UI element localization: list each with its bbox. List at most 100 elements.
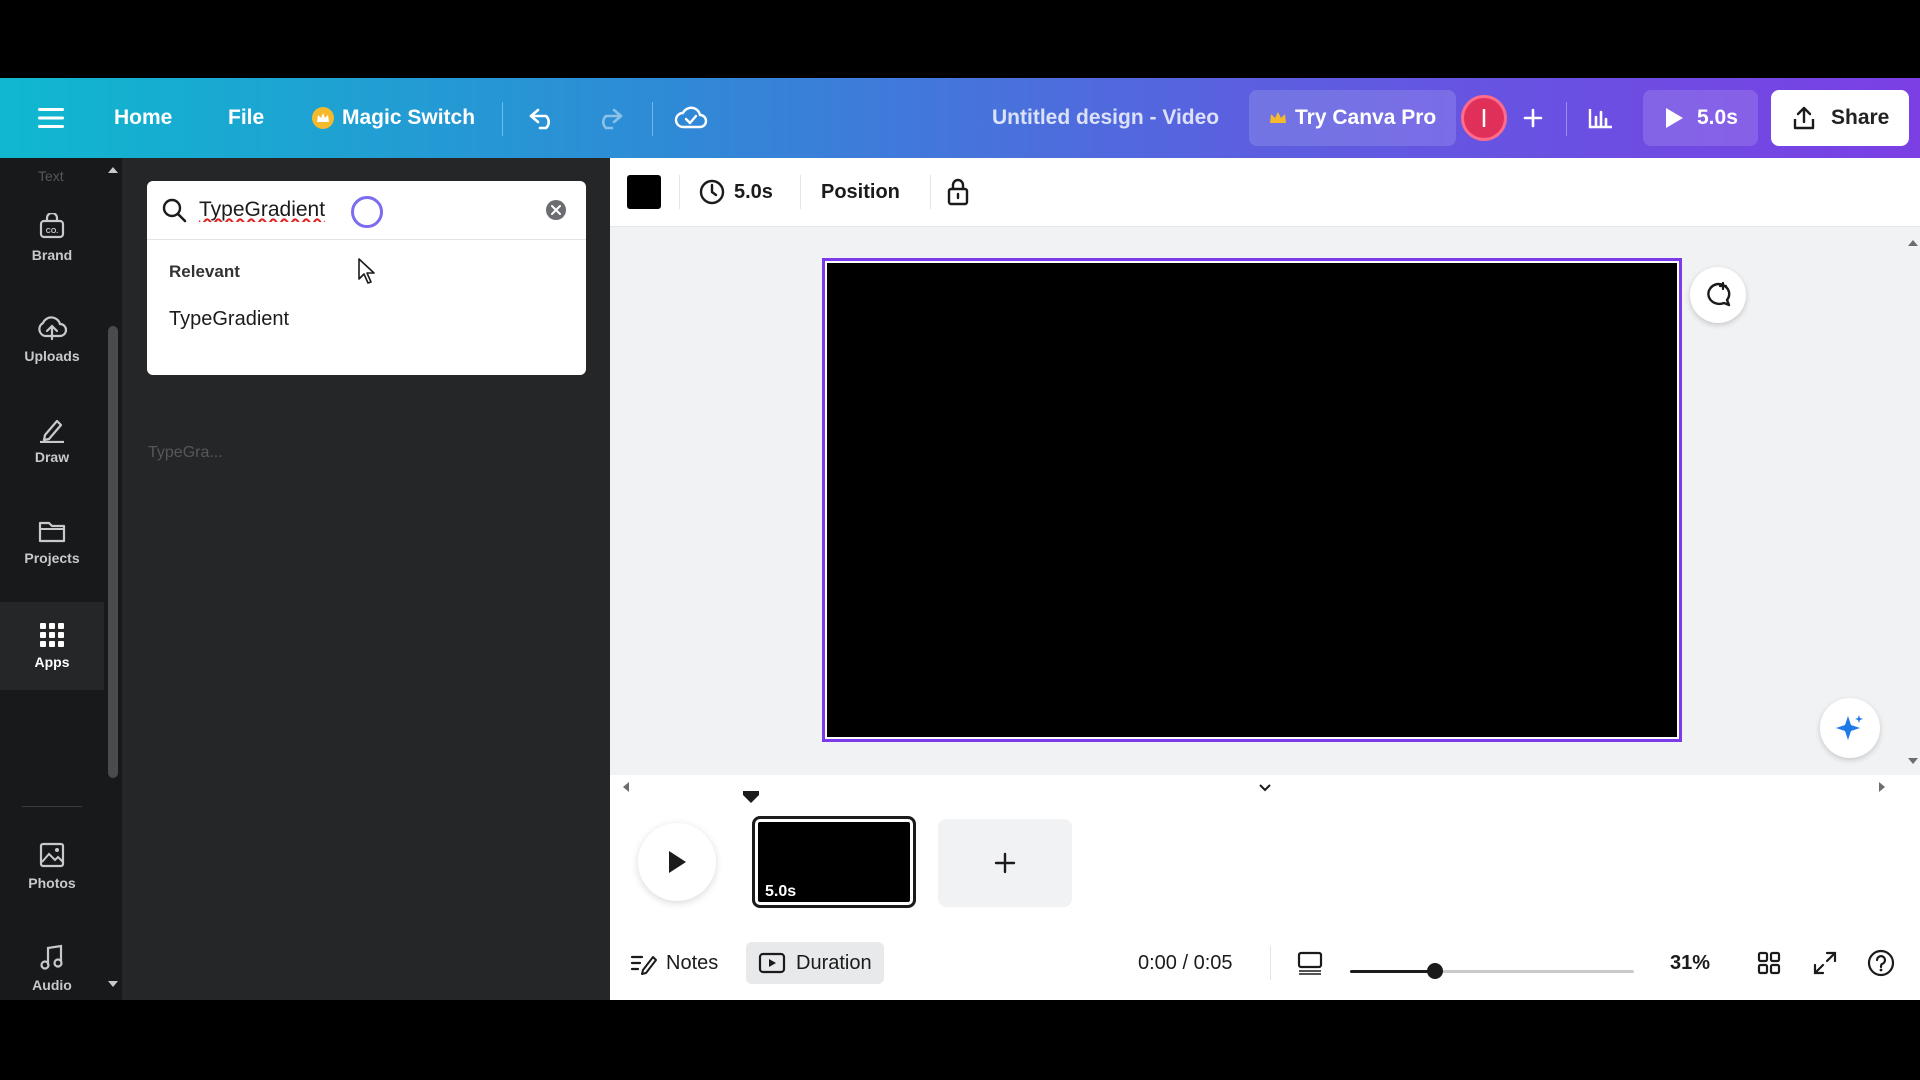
magic-switch-button[interactable]: Magic Switch — [312, 78, 475, 158]
scroll-left-arrow-icon — [623, 782, 629, 792]
scrollbar-thumb[interactable] — [108, 326, 118, 778]
grid-view-button[interactable] — [1756, 940, 1782, 986]
crown-icon — [312, 107, 334, 129]
present-button[interactable]: 5.0s — [1643, 90, 1758, 146]
cloud-save-status[interactable] — [674, 78, 708, 158]
suggestions-heading: Relevant — [169, 262, 240, 281]
share-label: Share — [1831, 106, 1890, 129]
notes-button[interactable]: Notes — [630, 940, 718, 986]
design-canvas[interactable] — [822, 258, 1682, 742]
position-button[interactable]: Position — [821, 158, 900, 226]
playhead-marker-icon[interactable] — [742, 790, 760, 804]
mouse-cursor-icon — [358, 258, 375, 284]
scroll-up-arrow-icon — [108, 167, 118, 173]
duration-button[interactable]: 5.0s — [698, 158, 773, 226]
chevron-down-icon[interactable] — [1258, 783, 1272, 792]
close-icon — [551, 205, 561, 215]
color-picker-button[interactable] — [627, 158, 661, 226]
timeline-play-button[interactable] — [638, 823, 716, 901]
zoom-slider-fill — [1350, 970, 1436, 973]
canvas-vertical-scrollbar[interactable] — [1906, 227, 1920, 775]
search-input[interactable] — [199, 198, 339, 222]
left-rail: Text CO. Brand Uploads Draw Projects App… — [0, 158, 104, 1000]
sidebar-item-label: Audio — [32, 977, 72, 993]
duration-toggle-button[interactable]: Duration — [746, 942, 884, 984]
suggestion-item[interactable]: TypeGradient — [169, 308, 289, 331]
toolbar-divider — [930, 175, 931, 209]
sidebar-item-uploads[interactable]: Uploads — [0, 295, 104, 383]
play-icon — [1666, 108, 1683, 128]
cloud-upload-icon — [38, 316, 68, 341]
folder-icon — [38, 521, 66, 543]
undo-icon — [529, 108, 550, 130]
add-collaborator-button[interactable] — [1522, 78, 1544, 158]
notes-pen-icon — [630, 955, 657, 975]
sidebar-item-label: Draw — [34, 449, 70, 465]
undo-button[interactable] — [528, 78, 558, 158]
sidebar-item-photos[interactable]: Photos — [0, 822, 104, 910]
menu-button[interactable] — [38, 78, 64, 158]
plus-icon — [1523, 108, 1543, 128]
redo-icon — [602, 108, 623, 130]
sidebar-item-brand[interactable]: CO. Brand — [0, 194, 104, 282]
share-upload-icon — [1793, 106, 1815, 130]
time-readout: 0:00 / 0:05 — [1138, 951, 1233, 974]
add-page-button[interactable] — [938, 819, 1072, 907]
rail-ghost-label: Text — [38, 168, 64, 184]
svg-text:CO.: CO. — [46, 228, 59, 235]
try-pro-label: Try Canva Pro — [1295, 106, 1437, 129]
page-view-button[interactable] — [1296, 940, 1324, 986]
zoom-level[interactable]: 31% — [1670, 940, 1710, 986]
clip-duration: 5.0s — [765, 883, 797, 900]
sidebar-item-label: Apps — [34, 654, 70, 670]
sidebar-item-apps[interactable]: Apps — [0, 602, 104, 690]
page-layout-icon — [1297, 951, 1323, 975]
music-note-icon — [40, 944, 63, 970]
present-duration: 5.0s — [1697, 106, 1738, 129]
sidebar-item-label: Brand — [31, 247, 73, 263]
zoom-slider[interactable] — [1350, 963, 1634, 979]
fullscreen-button[interactable] — [1812, 940, 1838, 986]
home-button[interactable]: Home — [114, 78, 172, 158]
timeline-clip[interactable]: 5.0s — [752, 816, 916, 908]
search-suggestions: Relevant TypeGradient — [147, 239, 586, 375]
help-button[interactable] — [1866, 940, 1896, 986]
design-title[interactable]: Untitled design - Video — [992, 78, 1219, 158]
insights-button[interactable] — [1586, 78, 1614, 158]
redo-button[interactable] — [594, 78, 624, 158]
editor-toolbar: 5.0s Position — [610, 158, 1920, 227]
try-canva-pro-button[interactable]: Try Canva Pro — [1249, 90, 1457, 146]
help-icon — [1867, 949, 1895, 977]
scroll-right-arrow-icon — [1879, 782, 1885, 792]
hamburger-icon — [38, 108, 64, 128]
apps-grid-icon — [40, 623, 64, 647]
canva-editor: Home File Magic Switch Untitled design -… — [0, 78, 1920, 1000]
sidebar-item-draw[interactable]: Draw — [0, 396, 104, 484]
sidebar-item-audio[interactable]: Audio — [0, 924, 104, 1000]
sidebar-item-projects[interactable]: Projects — [0, 498, 104, 586]
expand-icon — [1813, 951, 1837, 975]
search-box[interactable] — [147, 181, 586, 239]
video-play-icon — [758, 952, 786, 974]
comment-button[interactable] — [1690, 267, 1746, 323]
file-menu[interactable]: File — [228, 78, 264, 158]
sidebar-item-label: Photos — [28, 875, 76, 891]
magic-assistant-button[interactable] — [1820, 698, 1880, 758]
duration-toggle-label: Duration — [796, 951, 872, 974]
color-swatch — [627, 175, 661, 209]
share-button[interactable]: Share — [1771, 90, 1910, 146]
pen-icon — [40, 419, 64, 443]
clear-search-button[interactable] — [546, 200, 566, 220]
clock-icon — [699, 179, 725, 205]
ghost-result: TypeGra... — [148, 444, 223, 461]
canvas-horizontal-scrollbar[interactable] — [610, 775, 1920, 797]
avatar[interactable]: I — [1461, 95, 1507, 141]
divider — [1566, 102, 1567, 136]
play-icon — [669, 851, 686, 873]
toolbar-divider — [800, 175, 801, 209]
divider — [652, 102, 653, 136]
sidebar-item-label: Uploads — [24, 348, 80, 364]
add-comment-icon — [1707, 281, 1731, 307]
sidebar-item-label: Projects — [24, 550, 80, 566]
lock-button[interactable] — [945, 158, 971, 226]
